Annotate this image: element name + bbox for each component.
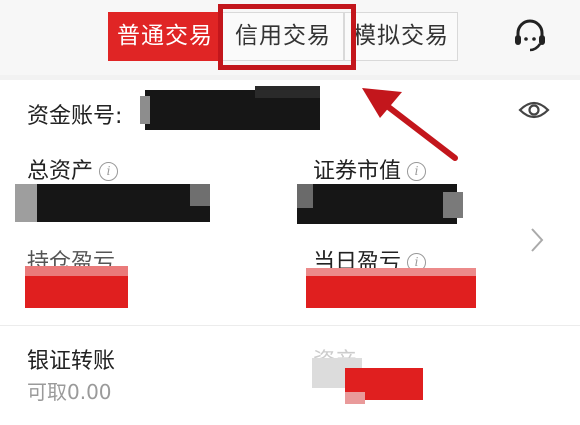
trade-type-tabs: 普通交易 信用交易 模拟交易 [108, 12, 458, 61]
mask-edge [443, 192, 463, 218]
mask-edge [190, 184, 210, 206]
mask-edge [345, 392, 365, 404]
market-value-text: 证券市值 [313, 159, 402, 184]
mask-edge [140, 96, 150, 124]
fund-account-label: 资金账号: [27, 104, 123, 129]
customer-service-icon[interactable] [508, 12, 552, 56]
info-icon[interactable]: i [99, 162, 119, 181]
available-balance: 可取0.00 [27, 380, 112, 404]
tab-normal-trade[interactable]: 普通交易 [108, 12, 222, 61]
eye-icon[interactable] [518, 98, 550, 122]
chevron-right-icon[interactable] [528, 225, 546, 255]
info-icon[interactable]: i [407, 162, 427, 181]
account-card: 资金账号: 总资产 i 证券市值 i 持仓盈亏 当日盈亏 i 银证转账 可取0.00 … [0, 80, 580, 425]
market-value-masked-value [297, 184, 457, 224]
tab-credit-trade[interactable]: 信用交易 [222, 12, 344, 61]
mask-edge [297, 184, 313, 208]
bank-transfer-label[interactable]: 银证转账 [27, 343, 115, 375]
mask-edge [25, 266, 128, 276]
divider [0, 325, 580, 326]
market-value-label: 证券市值 i [313, 153, 427, 185]
total-assets-masked-value [15, 184, 210, 222]
trade-header: 普通交易 信用交易 模拟交易 [0, 0, 580, 75]
total-assets-label: 总资产 i [27, 153, 119, 185]
mask-edge [15, 184, 37, 222]
mask-edge [306, 268, 476, 276]
total-assets-text: 总资产 [27, 159, 94, 184]
tab-simulated-trade[interactable]: 模拟交易 [344, 12, 458, 61]
mask-block [255, 86, 320, 98]
